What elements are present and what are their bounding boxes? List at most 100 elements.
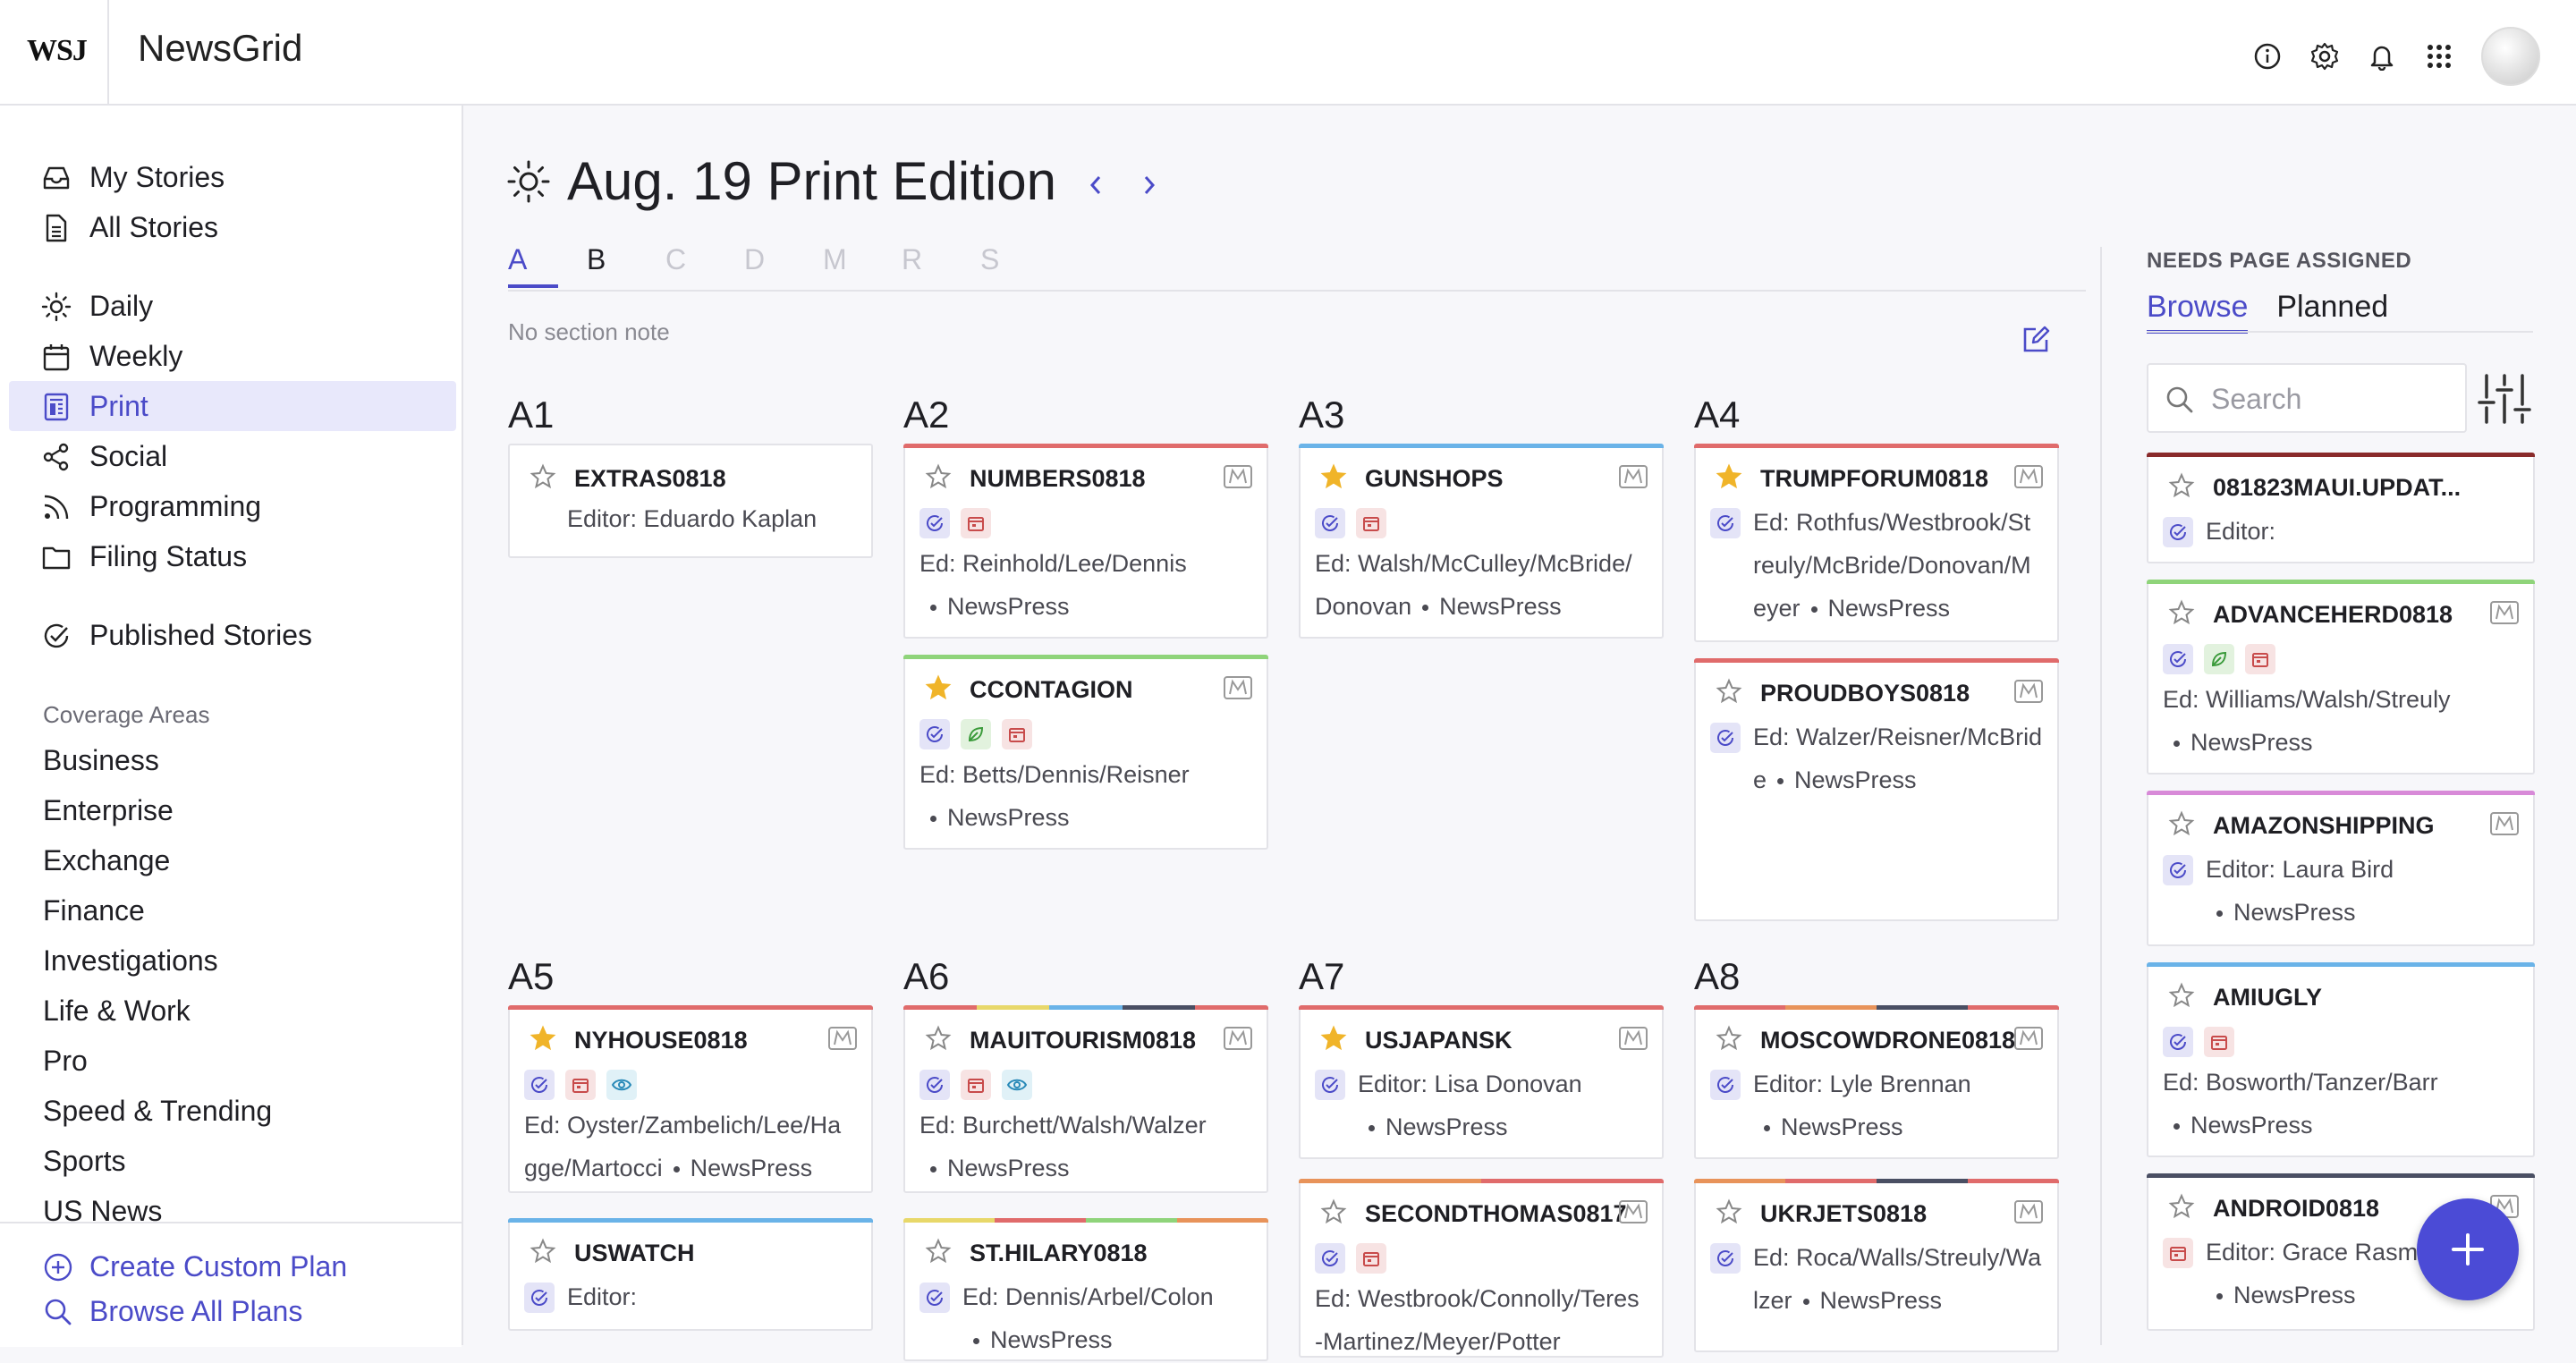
- star-outline-icon[interactable]: [2168, 1193, 2195, 1220]
- star-filled-icon[interactable]: [1320, 1025, 1347, 1052]
- coverage-item[interactable]: Pro: [43, 1045, 88, 1078]
- story-card[interactable]: NUMBERS0818 Ed: Reinhold/Lee/Dennis NewsP…: [903, 444, 1268, 639]
- star-outline-icon[interactable]: [925, 1238, 952, 1265]
- sidebar-item-daily[interactable]: Daily: [9, 281, 456, 331]
- tab-browse[interactable]: Browse: [2147, 290, 2249, 334]
- story-card[interactable]: USJAPANSK Editor: Lisa Donovan NewsPress: [1299, 1005, 1664, 1159]
- story-card[interactable]: ST.HILARY0818 Ed: Dennis/Arbel/Colon News…: [903, 1218, 1268, 1361]
- calendar-badge-icon: [565, 1070, 596, 1100]
- add-story-button[interactable]: [2417, 1198, 2519, 1300]
- needs-page-assigned-title: NEEDS PAGE ASSIGNED: [2147, 249, 2412, 273]
- check-badge-icon: [1315, 1243, 1345, 1274]
- story-editors-line: Ed: Betts/Dennis/Reisner: [919, 761, 1190, 788]
- story-card[interactable]: CCONTAGION Ed: Betts/Dennis/Reisner NewsP…: [903, 655, 1268, 850]
- browse-all-plans-link[interactable]: Browse All Plans: [43, 1295, 302, 1328]
- star-outline-icon[interactable]: [2168, 982, 2195, 1009]
- tab-m[interactable]: M: [823, 243, 902, 288]
- tab-d[interactable]: D: [744, 243, 823, 288]
- star-outline-icon[interactable]: [1716, 678, 1742, 705]
- sidebar-item-published-stories[interactable]: Published Stories: [9, 610, 456, 660]
- star-outline-icon[interactable]: [925, 1025, 952, 1052]
- sidebar-item-programming[interactable]: Programming: [9, 481, 456, 531]
- calendar-badge-icon: [2163, 1238, 2193, 1268]
- coverage-item[interactable]: Life & Work: [43, 995, 191, 1028]
- edit-icon[interactable]: [2020, 324, 2052, 356]
- sidebar-item-all-stories[interactable]: All Stories: [9, 202, 456, 252]
- tab-r[interactable]: R: [902, 243, 980, 288]
- star-outline-icon[interactable]: [925, 463, 952, 490]
- sidebar-item-my-stories[interactable]: My Stories: [9, 152, 456, 202]
- gear-icon[interactable]: [2309, 41, 2340, 72]
- story-card[interactable]: MAUITOURISM0818 Ed: Burchett/Walsh/Walze…: [903, 1005, 1268, 1193]
- tab-b[interactable]: B: [587, 243, 665, 288]
- story-card[interactable]: EXTRAS0818 Editor: Eduardo Kaplan: [508, 444, 873, 558]
- filter-sliders-icon[interactable]: [2476, 370, 2533, 428]
- star-outline-icon[interactable]: [1716, 1025, 1742, 1052]
- story-card[interactable]: TRUMPFORUM0818 Ed: Rothfus/Westbrook/St r…: [1694, 444, 2059, 642]
- unassigned-story-card[interactable]: AMAZONSHIPPING Editor: Laura Bird NewsPre…: [2147, 791, 2535, 946]
- story-card[interactable]: USWATCH Editor:: [508, 1218, 873, 1331]
- star-filled-icon[interactable]: [530, 1025, 556, 1052]
- tab-a[interactable]: A: [508, 243, 558, 288]
- coverage-item[interactable]: Exchange: [43, 844, 170, 877]
- star-outline-icon[interactable]: [530, 1238, 556, 1265]
- coverage-item[interactable]: Finance: [43, 894, 145, 927]
- print-layout-icon: [44, 393, 69, 421]
- story-editors: Ed: Burchett/Walsh/Walzer NewsPress: [919, 1104, 1254, 1189]
- sidebar-item-filing-status[interactable]: Filing Status: [9, 531, 456, 581]
- story-card[interactable]: UKRJETS0818 Ed: Roca/Walls/Streuly/Wa lze…: [1694, 1179, 2059, 1352]
- tab-planned[interactable]: Planned: [2276, 290, 2388, 334]
- search-icon: [45, 1299, 72, 1325]
- chevron-left-icon[interactable]: [1082, 172, 1109, 199]
- mp-icon: [1619, 1027, 1648, 1050]
- coverage-item[interactable]: Enterprise: [43, 794, 174, 827]
- story-card[interactable]: GUNSHOPS Ed: Walsh/McCulley/McBride/Dono…: [1299, 444, 1664, 639]
- star-outline-icon[interactable]: [530, 463, 556, 490]
- story-card[interactable]: SECONDTHOMAS0817 Ed: Westbrook/Connolly/…: [1299, 1179, 1664, 1358]
- info-icon[interactable]: [2252, 41, 2283, 72]
- story-editors-line: Editor: Laura Bird: [2206, 856, 2394, 883]
- story-badges: [2163, 517, 2193, 547]
- coverage-item[interactable]: Sports: [43, 1145, 125, 1178]
- star-outline-icon[interactable]: [2168, 810, 2195, 837]
- apps-grid-icon[interactable]: [2424, 41, 2454, 72]
- create-custom-plan-link[interactable]: Create Custom Plan: [43, 1250, 347, 1283]
- story-destination: NewsPress: [2190, 1112, 2313, 1139]
- coverage-item[interactable]: Speed & Trending: [43, 1095, 272, 1128]
- star-outline-icon[interactable]: [2168, 599, 2195, 626]
- story-slug: GUNSHOPS: [1365, 465, 1504, 492]
- unassigned-story-card[interactable]: 081823MAUI.UPDAT... Editor:: [2147, 453, 2535, 563]
- star-outline-icon[interactable]: [1716, 1198, 1742, 1225]
- star-filled-icon[interactable]: [1320, 463, 1347, 490]
- sidebar-item-label: My Stories: [89, 160, 225, 193]
- star-outline-icon[interactable]: [2168, 472, 2195, 499]
- story-card[interactable]: MOSCOWDRONE0818 Editor: Lyle Brennan News…: [1694, 1005, 2059, 1159]
- story-badges: [919, 719, 1032, 749]
- story-card[interactable]: NYHOUSE0818 Ed: Oyster/Zambelich/Lee/Ha g…: [508, 1005, 873, 1193]
- unassigned-story-card[interactable]: AMIUGLY Ed: Bosworth/Tanzer/Barr NewsPres…: [2147, 962, 2535, 1157]
- story-editors: Ed: Rothfus/Westbrook/St reuly/McBride/Do…: [1753, 501, 2045, 630]
- search-input[interactable]: [2209, 377, 2454, 420]
- star-outline-icon[interactable]: [1320, 1198, 1347, 1225]
- avatar[interactable]: [2481, 27, 2540, 86]
- coverage-item[interactable]: Business: [43, 744, 159, 777]
- status-bar: [903, 1218, 1268, 1223]
- sidebar-item-social[interactable]: Social: [9, 431, 456, 481]
- page-label-a8: A8: [1694, 955, 1741, 997]
- status-bar: [2147, 962, 2535, 967]
- sidebar-item-weekly[interactable]: Weekly: [9, 331, 456, 381]
- story-card[interactable]: PROUDBOYS0818 Ed: Walzer/Reisner/McBrid e…: [1694, 658, 2059, 921]
- star-filled-icon[interactable]: [1716, 463, 1742, 490]
- check-badge-icon: [1710, 723, 1741, 753]
- bell-icon[interactable]: [2367, 41, 2397, 72]
- story-destination: NewsPress: [990, 1326, 1113, 1353]
- story-editors: Ed: Walzer/Reisner/McBrid e NewsPress: [1753, 715, 2045, 801]
- tab-s[interactable]: S: [980, 243, 1059, 288]
- star-filled-icon[interactable]: [925, 674, 952, 701]
- sidebar-item-print[interactable]: Print: [9, 381, 456, 431]
- unassigned-story-card[interactable]: ADVANCEHERD0818 Ed: Williams/Walsh/Streu…: [2147, 580, 2535, 775]
- coverage-item[interactable]: Investigations: [43, 944, 218, 978]
- story-badges: [2163, 644, 2275, 674]
- tab-c[interactable]: C: [665, 243, 744, 288]
- chevron-right-icon[interactable]: [1136, 172, 1163, 199]
